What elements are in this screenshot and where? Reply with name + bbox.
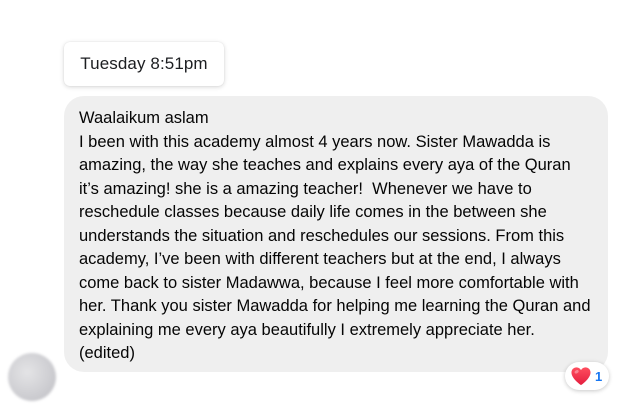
reaction-badge[interactable]: 1	[565, 362, 610, 390]
heart-icon	[571, 367, 591, 386]
reaction-count: 1	[595, 368, 603, 384]
timestamp-label: Tuesday 8:51pm	[80, 54, 208, 73]
message-greeting: Waalaikum aslam	[79, 109, 209, 127]
timestamp-chip: Tuesday 8:51pm	[64, 42, 224, 86]
message-bubble[interactable]: Waalaikum aslam I been with this academy…	[64, 96, 608, 372]
avatar[interactable]	[8, 353, 56, 401]
chat-view: Tuesday 8:51pm Waalaikum aslam I been wi…	[0, 0, 618, 418]
message-body: I been with this academy almost 4 years …	[79, 132, 596, 363]
